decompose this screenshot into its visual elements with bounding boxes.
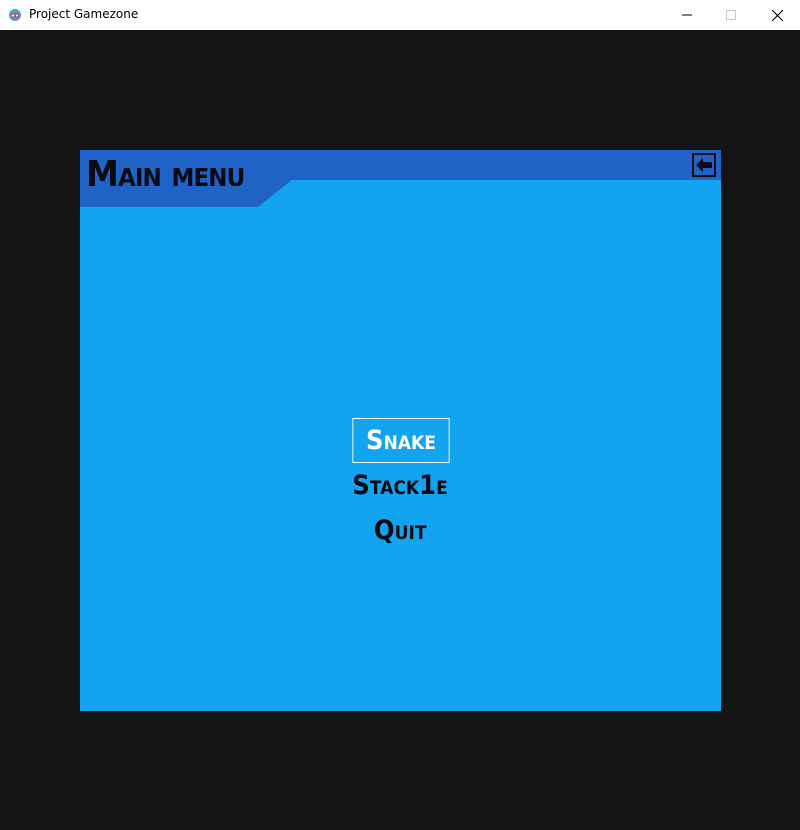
menu-list: Snake Stack1e Quit (80, 418, 721, 553)
maximize-icon (726, 10, 736, 20)
gamepad-icon (9, 9, 21, 21)
window-title: Project Gamezone (29, 7, 139, 21)
main-menu-panel: Main menu Snake Stack1e Quit (80, 150, 721, 711)
minimize-icon (682, 14, 692, 16)
close-icon (771, 9, 783, 21)
maximize-button[interactable] (708, 0, 754, 30)
menu-item-stack1e[interactable]: Stack1e (345, 463, 457, 508)
arrow-left-icon (696, 158, 712, 172)
menu-item-quit[interactable]: Quit (366, 508, 435, 553)
back-button[interactable] (692, 153, 716, 177)
close-button[interactable] (754, 0, 800, 30)
menu-item-snake[interactable]: Snake (351, 418, 450, 463)
page-title: Main menu (86, 154, 245, 195)
minimize-button[interactable] (664, 0, 710, 30)
window-titlebar[interactable]: Project Gamezone (0, 0, 800, 30)
